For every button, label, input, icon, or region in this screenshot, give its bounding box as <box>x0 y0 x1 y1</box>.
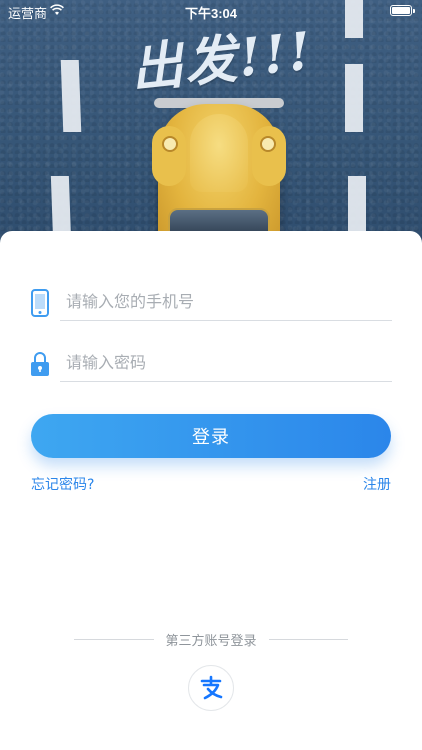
clock-label: 下午3:04 <box>184 6 238 21</box>
car-fender <box>252 126 286 186</box>
forgot-password-link[interactable]: 忘记密码? <box>31 474 94 494</box>
third-party-divider: 第三方账号登录 <box>74 629 349 649</box>
alipay-login-button[interactable] <box>188 665 234 711</box>
divider-line <box>268 638 349 640</box>
password-input[interactable] <box>60 344 392 382</box>
login-button[interactable]: 登录 <box>31 414 391 458</box>
lock-icon <box>31 352 49 376</box>
phone-field <box>30 283 392 327</box>
car-hood <box>190 114 248 192</box>
password-field <box>30 344 392 388</box>
phone-icon <box>31 289 49 317</box>
login-card: 登录 忘记密码? 注册 第三方账号登录 <box>0 231 422 750</box>
hero-banner: 出发!!! <box>0 0 422 260</box>
phone-input[interactable] <box>60 283 392 321</box>
car-headlight <box>260 136 276 152</box>
battery-icon <box>390 5 415 16</box>
status-bar: 运营商 下午3:04 <box>0 0 422 22</box>
lane-marking <box>60 60 82 132</box>
car-fender <box>152 126 186 186</box>
register-link[interactable]: 注册 <box>363 474 391 494</box>
third-party-label: 第三方账号登录 <box>165 633 257 649</box>
car-headlight <box>162 136 178 152</box>
alipay-icon <box>195 672 227 704</box>
lane-marking <box>345 64 363 132</box>
divider-line <box>74 638 154 640</box>
